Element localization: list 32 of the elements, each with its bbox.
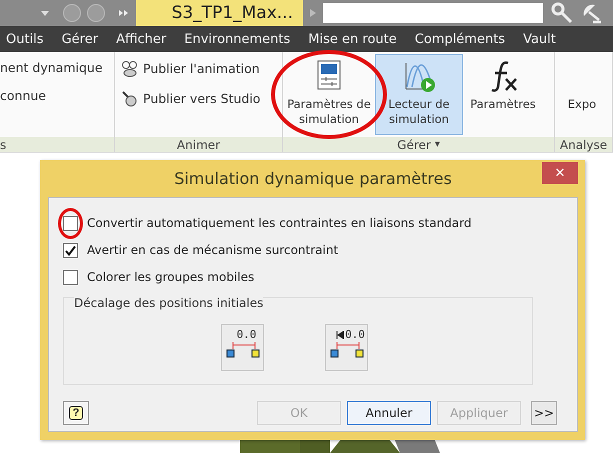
ribbon-button[interactable]: Lecteur de simulation [375, 54, 463, 135]
group-title: Décalage des positions initiales [74, 296, 264, 310]
dialog-button[interactable]: Annuler [347, 401, 431, 425]
menu-item[interactable]: Vault [514, 32, 565, 46]
ribbon-button[interactable]: Paramètres de simulation [285, 54, 373, 135]
close-button[interactable]: × [542, 162, 578, 184]
checkbox-label: Colorer les groupes mobiles [87, 270, 254, 284]
group-label: Gérer [397, 138, 431, 152]
checkbox-label: Convertir automatiquement les contraintes en liaisons standard [87, 216, 472, 230]
dialog-button[interactable]: >> [531, 401, 557, 425]
menu-item[interactable]: Outils [0, 32, 53, 46]
dialog-title: Simulation dynamique paramètres [173, 169, 453, 188]
ribbon-command[interactable]: Publier l'animation [121, 60, 276, 77]
document-tab[interactable]: S3_TP1_Max... [136, 0, 303, 26]
ribbon-command[interactable]: Publier vers Studio [121, 90, 276, 107]
menu-item[interactable]: Compléments [406, 32, 514, 46]
ribbon-button[interactable]: Expo [557, 54, 607, 135]
menu-item[interactable]: Afficher [107, 32, 176, 46]
group-label: Analyse [560, 138, 608, 152]
checkbox-label: Avertir en cas de mécanisme surcontraint [87, 243, 338, 257]
ribbon-command[interactable]: connue [0, 88, 108, 103]
group-label: s [0, 138, 6, 152]
dropdown-arrow[interactable]: ▾ [434, 139, 440, 150]
ribbon-command[interactable]: nent dynamique [0, 60, 108, 75]
help-button[interactable]: ? [63, 401, 89, 425]
ribbon-button[interactable]: Paramètres [465, 54, 541, 135]
offset-button[interactable]: 0.0 [325, 324, 368, 371]
menu-item[interactable]: Mise en route [299, 32, 406, 46]
menu-item[interactable]: Gérer [52, 32, 108, 46]
offset-button[interactable]: 0.0 [221, 324, 264, 371]
menu-item[interactable]: Environnements [175, 32, 300, 46]
group-label: Animer [176, 138, 220, 152]
